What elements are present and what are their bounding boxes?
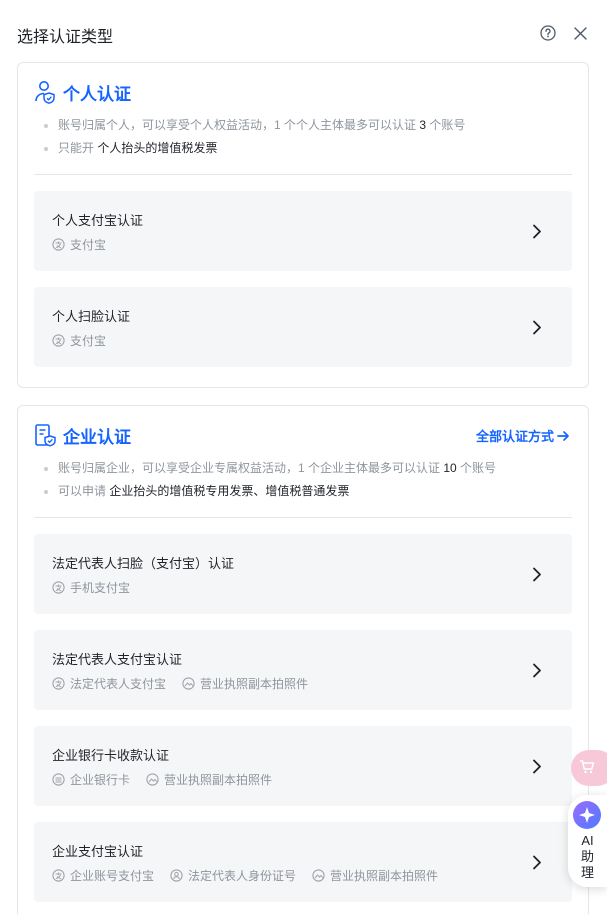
ai-assistant-button[interactable]: AI 助 理 <box>568 795 607 887</box>
chevron-right-icon <box>533 855 541 870</box>
option-tag: 法定代表人身份证号 <box>170 867 296 884</box>
note-item: 只能开 个人抬头的增值税发票 <box>44 137 465 160</box>
option-tag: 企业账号支付宝 <box>52 867 154 884</box>
license-photo-icon <box>146 773 159 786</box>
option-tag: 营业执照副本拍照件 <box>146 771 272 788</box>
option-company-alipay[interactable]: 企业支付宝认证 企业账号支付宝 法定代表人身份证号 营业执照副本拍照件 <box>34 822 572 902</box>
option-tag: 手机支付宝 <box>52 579 130 596</box>
option-tags: 企业银行卡 营业执照副本拍照件 <box>52 771 288 788</box>
option-tag: 支付宝 <box>52 332 106 349</box>
license-photo-icon <box>312 869 325 882</box>
alipay-icon <box>52 581 65 594</box>
chevron-right-icon <box>533 224 541 239</box>
person-shield-icon <box>35 81 55 104</box>
arrow-right-icon <box>557 430 569 441</box>
option-tag: 营业执照副本拍照件 <box>182 675 308 692</box>
close-icon[interactable] <box>573 26 588 41</box>
dialog-header: 选择认证类型 <box>0 0 607 62</box>
personal-auth-card: 个人认证 账号归属个人，可以享受个人权益活动，1 个个人主体最多可以认证 3 个… <box>17 62 589 388</box>
option-title: 个人支付宝认证 <box>52 213 144 228</box>
option-tag: 企业银行卡 <box>52 771 130 788</box>
alipay-icon <box>52 238 65 251</box>
divider <box>34 517 572 518</box>
company-auth-notes: 账号归属企业，可以享受企业专属权益活动，1 个企业主体最多可以认证 10 个账号… <box>44 457 496 503</box>
divider <box>34 174 572 175</box>
company-auth-header: 企业认证 <box>34 422 131 448</box>
note-item: 可以申请 企业抬头的增值税专用发票、增值税普通发票 <box>44 480 496 503</box>
alipay-icon <box>52 869 65 882</box>
chevron-right-icon <box>533 759 541 774</box>
chevron-right-icon <box>533 567 541 582</box>
alipay-icon <box>52 677 65 690</box>
personal-auth-title: 个人认证 <box>63 84 131 104</box>
option-title: 个人扫脸认证 <box>52 309 131 324</box>
all-methods-label: 全部认证方式 <box>475 429 554 444</box>
note-item: 账号归属企业，可以享受企业专属权益活动，1 个企业主体最多可以认证 10 个账号 <box>44 457 496 480</box>
option-title: 法定代表人扫脸（支付宝）认证 <box>52 556 235 571</box>
bank-card-icon <box>52 773 65 786</box>
option-tags: 手机支付宝 <box>52 579 146 596</box>
help-icon[interactable] <box>540 25 556 41</box>
option-personal-face-scan[interactable]: 个人扫脸认证 支付宝 <box>34 287 572 367</box>
note-item: 账号归属个人，可以享受个人权益活动，1 个个人主体最多可以认证 3 个账号 <box>44 114 465 137</box>
company-auth-title: 企业认证 <box>63 427 131 447</box>
all-methods-link[interactable]: 全部认证方式 <box>476 426 570 445</box>
option-tags: 企业账号支付宝 法定代表人身份证号 营业执照副本拍照件 <box>52 867 454 884</box>
cart-icon <box>580 760 595 774</box>
ai-sparkle-icon <box>573 801 601 829</box>
option-tag: 营业执照副本拍照件 <box>312 867 438 884</box>
option-tags: 支付宝 <box>52 332 122 349</box>
option-legal-rep-alipay[interactable]: 法定代表人支付宝认证 法定代表人支付宝 营业执照副本拍照件 <box>34 630 572 710</box>
chevron-right-icon <box>533 320 541 335</box>
chevron-right-icon <box>533 663 541 678</box>
company-auth-card: 企业认证 全部认证方式 账号归属企业，可以享受企业专属权益活动，1 个企业主体最… <box>17 405 589 914</box>
option-personal-alipay[interactable]: 个人支付宝认证 支付宝 <box>34 191 572 271</box>
option-tags: 法定代表人支付宝 营业执照副本拍照件 <box>52 675 324 692</box>
auth-type-panel: 站 站 选择认证类型 个人认证 账号归属个人，可以享受个人权益活动，1 个个人主… <box>0 0 607 914</box>
alipay-icon <box>52 334 65 347</box>
option-tags: 支付宝 <box>52 236 122 253</box>
option-tag: 法定代表人支付宝 <box>52 675 166 692</box>
option-tag: 支付宝 <box>52 236 106 253</box>
license-photo-icon <box>182 677 195 690</box>
company-shield-icon <box>35 424 56 447</box>
personal-auth-notes: 账号归属个人，可以享受个人权益活动，1 个个人主体最多可以认证 3 个账号 只能… <box>44 114 465 160</box>
option-title: 企业银行卡收款认证 <box>52 748 170 763</box>
floating-cart-button[interactable] <box>571 750 607 786</box>
option-bank-card[interactable]: 企业银行卡收款认证 企业银行卡 营业执照副本拍照件 <box>34 726 572 806</box>
ai-assistant-label: AI 助 理 <box>580 833 594 880</box>
option-title: 企业支付宝认证 <box>52 844 144 859</box>
personal-auth-header: 个人认证 <box>34 79 131 105</box>
option-title: 法定代表人支付宝认证 <box>52 652 183 667</box>
option-legal-rep-face-scan[interactable]: 法定代表人扫脸（支付宝）认证 手机支付宝 <box>34 534 572 614</box>
id-person-icon <box>170 869 183 882</box>
dialog-title: 选择认证类型 <box>17 29 114 46</box>
